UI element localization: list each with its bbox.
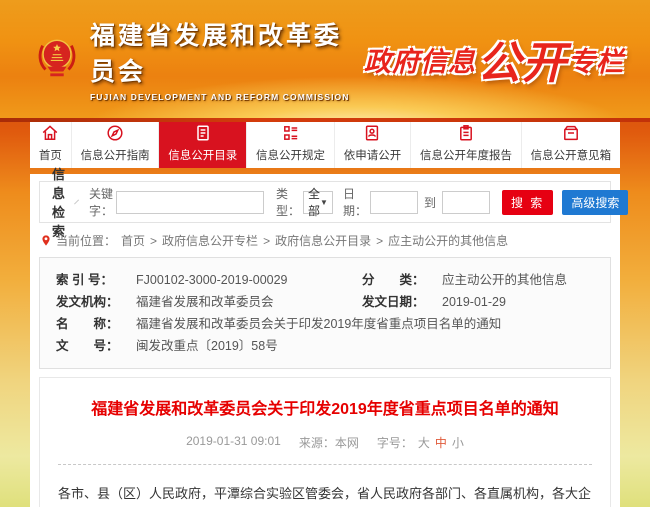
site-title: 福建省发展和改革委员会 [90,16,364,88]
column-title-part1: 政府信息 [364,40,476,79]
site-banner: 福建省发展和改革委员会 FUJIAN DEVELOPMENT AND REFOR… [0,0,650,118]
breadcrumb-info-column[interactable]: 政府信息公开专栏 [162,232,258,249]
location-pin-icon [41,234,51,247]
nav-item-label: 信息公开指南 [81,147,150,163]
font-size-large[interactable]: 大 [418,434,430,451]
article-source: 来源：本网 [299,434,359,451]
meta-category-label: 分 类： [362,269,442,291]
nav-item-suggestion-box[interactable]: 信息公开意见箱 [522,118,620,168]
date-label: 日期： [343,185,367,219]
file-request-icon [362,123,382,143]
font-size-medium[interactable]: 中 [435,434,447,451]
publish-time: 2019-01-31 09:01 [186,434,281,451]
date-from-input[interactable] [370,191,418,214]
column-title-part3: 专栏 [568,40,624,79]
keyword-input[interactable] [116,191,264,214]
layout-list-icon [281,123,301,143]
type-select[interactable]: 全部 ▼ [303,191,333,214]
nav-item-label: 信息公开年度报告 [420,147,512,163]
meta-row: 发文机构： 福建省发展和改革委员会 发文日期： 2019-01-29 [56,291,594,313]
date-to-input[interactable] [442,191,490,214]
article-meta: 2019-01-31 09:01 来源：本网 字号： 大 中 小 [58,434,592,451]
meta-doc-no-value: 闽发改重点〔2019〕58号 [136,335,594,357]
breadcrumb-home[interactable]: 首页 [121,232,145,249]
advanced-search-button[interactable]: 高级搜索 [562,190,628,215]
clipboard-report-icon [456,123,476,143]
nav-item-rules[interactable]: 信息公开规定 [247,118,335,168]
nav-item-guide[interactable]: 信息公开指南 [72,118,160,168]
document-meta-panel: 索 引 号： FJ00102-3000-2019-00029 分 类： 应主动公… [39,257,611,369]
meta-doc-no-label: 文 号： [56,335,136,357]
nav-item-catalog[interactable]: 信息公开目录 [159,118,247,168]
meta-row: 文 号： 闽发改重点〔2019〕58号 [56,335,594,357]
breadcrumb-separator: > [263,234,270,248]
breadcrumb-separator: > [150,234,157,248]
font-size-control: 字号： 大 中 小 [377,434,464,451]
meta-date-label: 发文日期： [362,291,442,313]
content-column: 信息检索 关键字： 类型： 全部 ▼ 日期： 到 搜 索 高级搜索 当前位置： … [30,174,620,507]
meta-category-value: 应主动公开的其他信息 [442,269,594,291]
dropdown-arrow-icon: ▼ [320,198,328,207]
meta-name-label: 名 称： [56,313,136,335]
font-size-label: 字号： [377,434,413,451]
column-banner-title: 政府信息 公开 专栏 [364,27,624,91]
site-identity: 福建省发展和改革委员会 FUJIAN DEVELOPMENT AND REFOR… [34,16,364,102]
article-panel: 福建省发展和改革委员会关于印发2019年度省重点项目名单的通知 2019-01-… [39,377,611,507]
divider [58,464,592,465]
meta-index-value: FJ00102-3000-2019-00029 [136,269,362,291]
page: 福建省发展和改革委员会 FUJIAN DEVELOPMENT AND REFOR… [0,0,650,507]
meta-agency-value: 福建省发展和改革委员会 [136,291,362,313]
site-subtitle: FUJIAN DEVELOPMENT AND REFORM COMMISSION [90,92,364,102]
font-size-small[interactable]: 小 [452,434,464,451]
column-title-part2: 公开 [477,27,567,91]
chevron-right-icon [74,200,79,205]
breadcrumb: 当前位置： 首页 > 政府信息公开专栏 > 政府信息公开目录 > 应主动公开的其… [41,232,609,249]
nav-item-label: 依申请公开 [344,147,402,163]
compass-icon [105,123,125,143]
meta-agency-label: 发文机构： [56,291,136,313]
breadcrumb-current: 应主动公开的其他信息 [388,232,508,249]
search-panel: 信息检索 关键字： 类型： 全部 ▼ 日期： 到 搜 索 高级搜索 [39,181,611,223]
nav-item-label: 信息公开意见箱 [531,147,612,163]
document-list-icon [193,123,213,143]
org-names: 福建省发展和改革委员会 FUJIAN DEVELOPMENT AND REFOR… [90,16,364,102]
nav-item-label: 信息公开目录 [168,147,237,163]
meta-date-value: 2019-01-29 [442,291,594,313]
meta-name-value: 福建省发展和改革委员会关于印发2019年度省重点项目名单的通知 [136,313,594,335]
search-section-title: 信息检索 [52,164,66,240]
date-to-label: 到 [424,194,436,211]
nav-item-apply[interactable]: 依申请公开 [335,118,411,168]
breadcrumb-prefix: 当前位置： [56,232,116,249]
nav-item-annual-report[interactable]: 信息公开年度报告 [411,118,522,168]
breadcrumb-catalog[interactable]: 政府信息公开目录 [275,232,371,249]
inbox-icon [561,123,581,143]
breadcrumb-separator: > [376,234,383,248]
keyword-label: 关键字： [89,185,113,219]
main-nav: 首页 信息公开指南 信息公开目录 [30,118,620,168]
meta-row: 索 引 号： FJ00102-3000-2019-00029 分 类： 应主动公… [56,269,594,291]
type-select-value: 全部 [308,185,320,219]
type-label: 类型： [276,185,300,219]
national-emblem-icon [34,33,80,85]
article-title: 福建省发展和改革委员会关于印发2019年度省重点项目名单的通知 [66,398,584,422]
home-icon [40,123,60,143]
search-button[interactable]: 搜 索 [502,190,553,215]
nav-item-label: 首页 [39,147,62,163]
nav-item-home[interactable]: 首页 [30,118,72,168]
nav-item-label: 信息公开规定 [256,147,325,163]
meta-index-label: 索 引 号： [56,269,136,291]
meta-row: 名 称： 福建省发展和改革委员会关于印发2019年度省重点项目名单的通知 [56,313,594,335]
article-paragraph: 各市、县（区）人民政府，平潭综合实验区管委会，省人民政府各部门、各直属机构，各大… [58,481,592,507]
